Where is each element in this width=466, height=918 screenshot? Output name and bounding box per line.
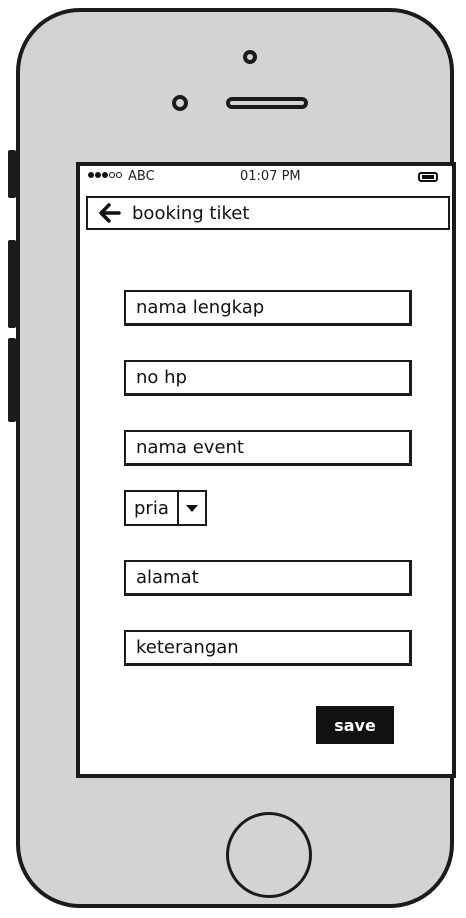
title-bar: booking tiket xyxy=(86,196,450,230)
phone-screen: ABC 01:07 PM booking tiket nama lengkap … xyxy=(76,162,456,778)
front-camera xyxy=(243,50,257,64)
mute-switch xyxy=(8,150,16,198)
caret-down-icon[interactable] xyxy=(179,492,205,524)
volume-up-button xyxy=(8,240,16,328)
signal-icon xyxy=(88,172,122,178)
proximity-sensor xyxy=(172,95,188,111)
alamat-field[interactable]: alamat xyxy=(124,560,412,596)
back-arrow-icon[interactable] xyxy=(98,201,122,225)
carrier-name: ABC xyxy=(128,169,155,184)
page-title: booking tiket xyxy=(132,202,250,224)
earpiece-speaker xyxy=(226,97,308,109)
save-button[interactable]: save xyxy=(316,706,394,744)
volume-down-button xyxy=(8,338,16,422)
battery-icon xyxy=(418,172,438,182)
keterangan-field[interactable]: keterangan xyxy=(124,630,412,666)
no-hp-field[interactable]: no hp xyxy=(124,360,412,396)
nama-lengkap-field[interactable]: nama lengkap xyxy=(124,290,412,326)
status-time: 01:07 PM xyxy=(240,169,301,184)
gender-select-value: pria xyxy=(126,492,179,524)
gender-select[interactable]: pria xyxy=(124,490,207,526)
status-bar: ABC 01:07 PM xyxy=(80,166,452,192)
phone-frame: ABC 01:07 PM booking tiket nama lengkap … xyxy=(16,8,456,908)
nama-event-field[interactable]: nama event xyxy=(124,430,412,466)
home-button[interactable] xyxy=(226,812,312,898)
